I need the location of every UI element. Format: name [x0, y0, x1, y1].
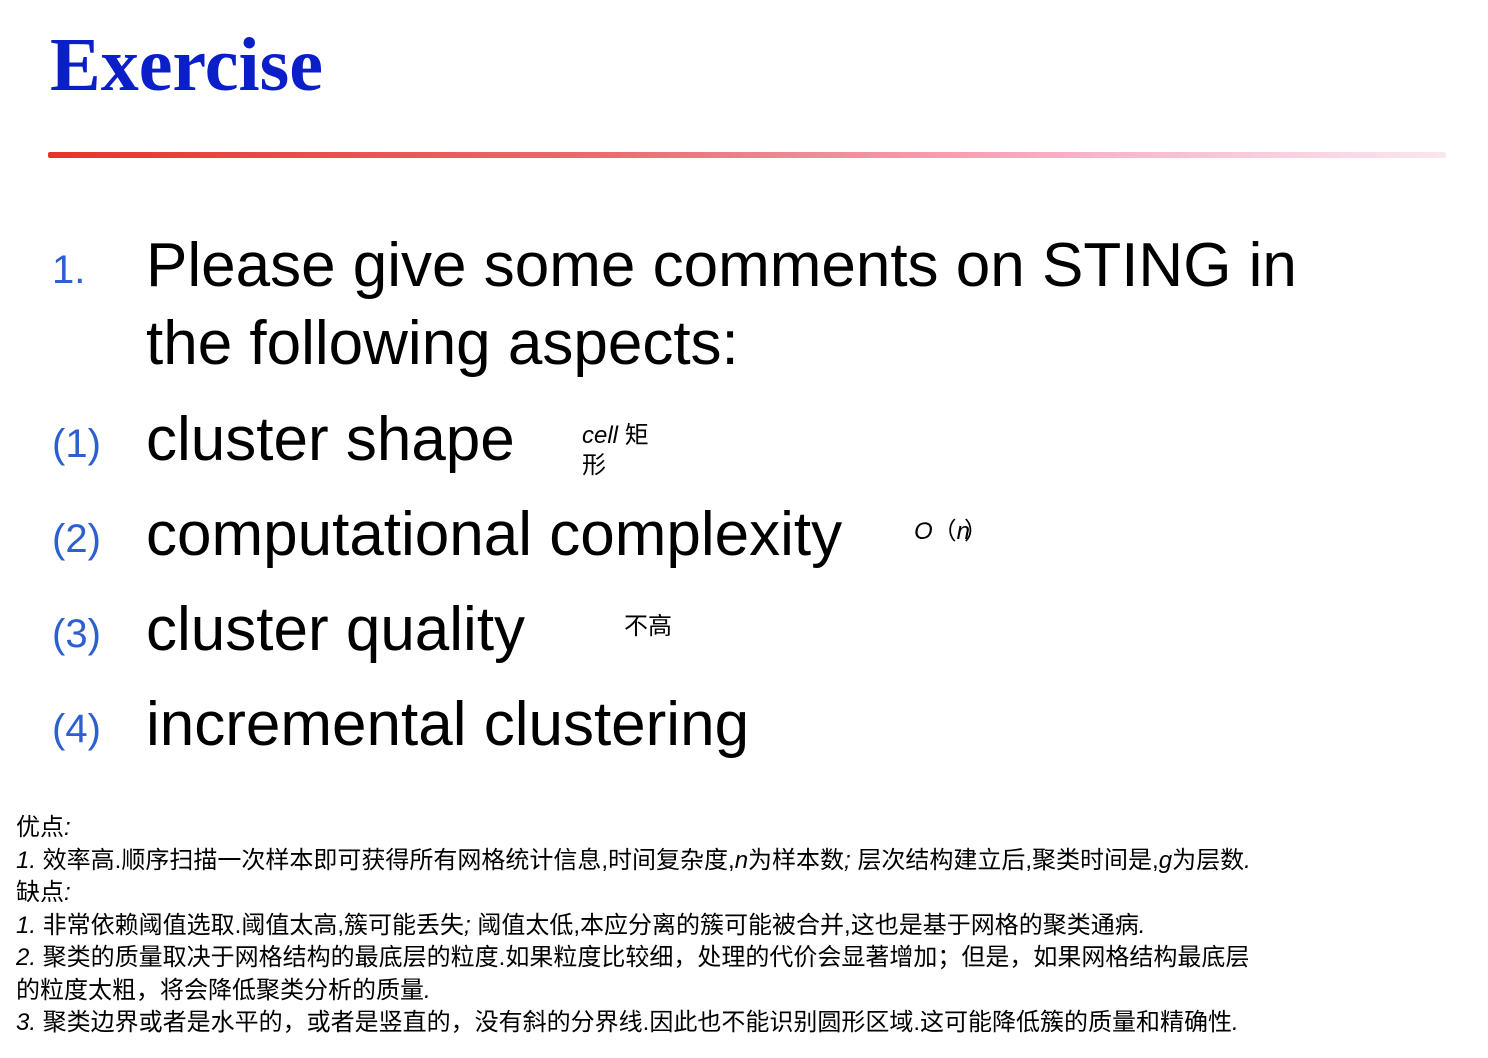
page-title: Exercise	[50, 23, 323, 107]
cons-item-2-text-a: 聚类的质量取决于网格结构的最底层的粒度.如果粒度比较细，处理的代价会显著增加；但…	[36, 944, 1250, 971]
aspect-number-4: (4)	[52, 707, 101, 751]
cons-item-1-text-b: 阈值太低,本应分离的簇可能被合并,这也是基于网格的聚类通病	[470, 911, 1139, 939]
cons-item-2-line-1: 2. 聚类的质量取决于网格结构的最底层的粒度.如果粒度比较细，处理的代价会显著增…	[16, 942, 1478, 975]
cons-item-3-number: 3.	[16, 1009, 37, 1036]
pros-heading: 优点:	[16, 812, 1478, 845]
question-line-2: the following aspects:	[146, 309, 739, 378]
complexity-o: O	[914, 518, 933, 545]
aspect-text-3: cluster quality	[146, 595, 526, 664]
pros-item-1-text-d: 为层数	[1172, 846, 1245, 874]
bottom-notes: 优点: 1. 效率高.顺序扫描一次样本即可获得所有网格统计信息,时间复杂度,n为…	[16, 812, 1478, 1040]
pros-item-1: 1. 效率高.顺序扫描一次样本即可获得所有网格统计信息,时间复杂度,n为样本数;…	[16, 845, 1478, 878]
cons-colon: :	[64, 879, 71, 906]
cons-heading: 缺点:	[16, 877, 1478, 910]
pros-item-1-n: n	[734, 846, 749, 874]
cons-title: 缺点	[16, 879, 64, 906]
cons-item-2-number: 2.	[16, 944, 37, 971]
cons-item-1-period: .	[1138, 911, 1146, 939]
pros-item-1-number: 1.	[16, 846, 37, 874]
shape-annotation-line-1: cell 矩	[582, 421, 649, 451]
complexity-paren-open: （	[932, 518, 957, 545]
pros-item-1-semicolon: ;	[844, 846, 851, 874]
aspect-number-2: (2)	[52, 517, 101, 561]
cons-item-3-period: .	[1232, 1009, 1239, 1036]
quality-annotation: 不高	[624, 613, 672, 640]
aspect-text-1: cluster shape	[146, 405, 515, 474]
cons-item-1-semicolon: ;	[464, 911, 471, 939]
pros-title: 优点	[16, 814, 64, 841]
complexity-annotation: O（n）	[914, 517, 988, 547]
aspect-text-4: incremental clustering	[146, 690, 750, 759]
pros-item-1-g: g	[1158, 846, 1173, 874]
title-divider	[48, 152, 1446, 158]
cons-item-2-period: .	[424, 976, 431, 1004]
shape-annotation-italic: cell	[582, 422, 619, 449]
pros-colon: :	[64, 814, 71, 841]
cons-item-1-text-a: 非常依赖阈值选取.阈值太高,簇可能丢失	[36, 911, 465, 939]
pros-item-1-text-c: 层次结构建立后,聚类时间是,	[850, 846, 1159, 874]
cons-item-1-number: 1.	[16, 911, 37, 939]
question-line-1: Please give some comments on STING in	[146, 231, 1297, 300]
pros-item-1-text-a: 效率高.顺序扫描一次样本即可获得所有网格统计信息,时间复杂度,	[36, 846, 735, 874]
shape-annotation-line-2: 形	[582, 452, 606, 479]
cons-item-3: 3. 聚类边界或者是水平的，或者是竖直的，没有斜的分界线.因此也不能识别圆形区域…	[16, 1007, 1478, 1040]
shape-annotation-text-1: 矩	[624, 422, 649, 449]
aspect-text-2: computational complexity	[146, 500, 843, 569]
pros-item-1-text-b: 为样本数	[748, 846, 845, 874]
aspect-number-3: (3)	[52, 612, 101, 656]
aspect-number-1: (1)	[52, 422, 101, 466]
cons-item-2-line-2: 的粒度太粗，将会降低聚类分析的质量.	[16, 975, 1478, 1008]
question-number: 1.	[52, 248, 86, 292]
complexity-paren-close: ）	[964, 518, 989, 545]
cons-item-2-text-b: 的粒度太粗，将会降低聚类分析的质量	[16, 976, 424, 1004]
pros-item-1-period: .	[1244, 846, 1251, 874]
cons-item-3-text: 聚类边界或者是水平的，或者是竖直的，没有斜的分界线.因此也不能识别圆形区域.这可…	[36, 1009, 1233, 1036]
cons-item-1: 1. 非常依赖阈值选取.阈值太高,簇可能丢失; 阈值太低,本应分离的簇可能被合并…	[16, 910, 1478, 943]
